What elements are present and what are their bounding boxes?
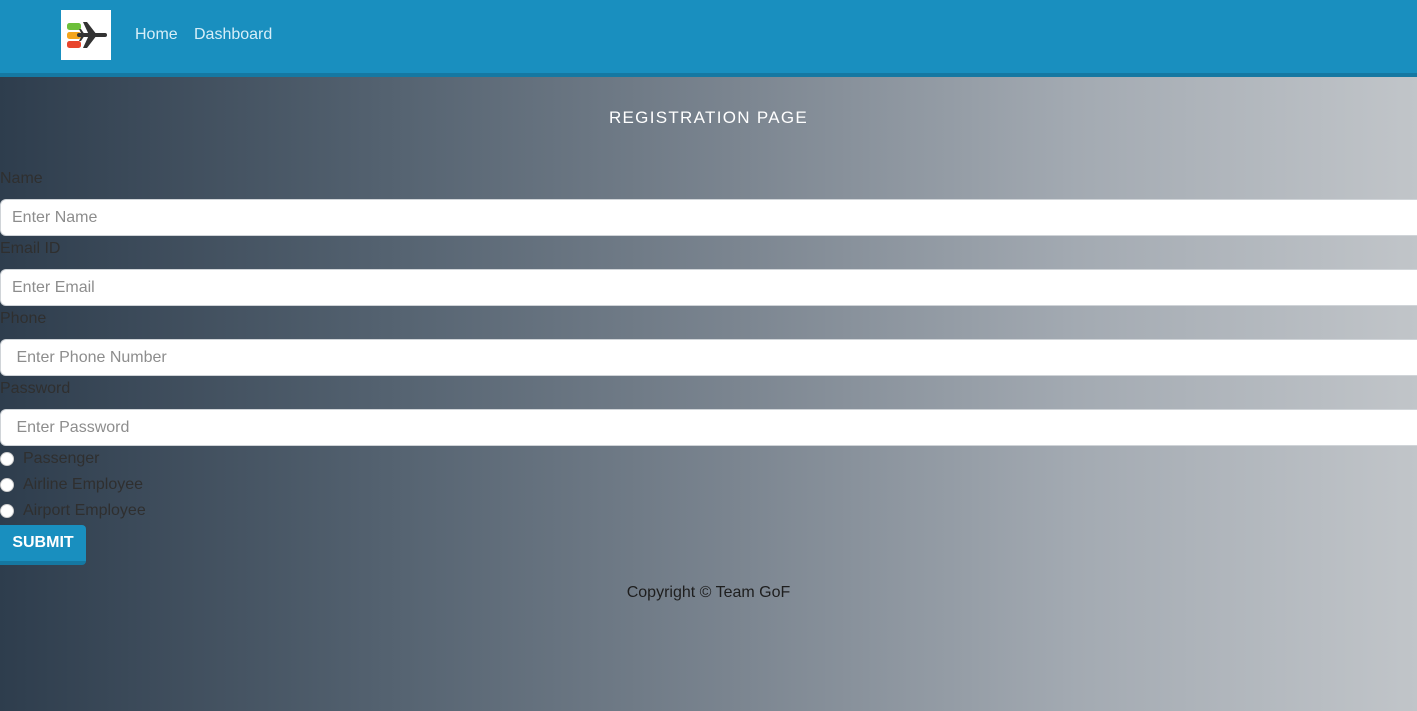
password-label: Password — [0, 380, 71, 397]
phone-label: Phone — [0, 310, 47, 327]
name-input[interactable] — [0, 199, 1417, 236]
role-option-airport-employee[interactable]: Airport Employee — [0, 502, 146, 520]
page-title: REGISTRATION PAGE — [608, 108, 809, 127]
email-input[interactable] — [0, 269, 1417, 306]
password-input[interactable] — [0, 409, 1417, 446]
airline-employee-radio[interactable] — [0, 478, 14, 492]
nav-link-home[interactable]: Home — [135, 26, 178, 44]
submit-button[interactable]: SUBMIT — [0, 525, 86, 565]
passenger-radio-label: Passenger — [23, 450, 100, 467]
footer-copyright: Copyright © Team GoF — [626, 584, 791, 601]
airline-employee-radio-label: Airline Employee — [23, 476, 144, 493]
navbar: Home Dashboard — [0, 0, 1417, 77]
role-option-passenger[interactable]: Passenger — [0, 450, 100, 468]
airport-employee-radio-label: Airport Employee — [23, 502, 146, 519]
name-label: Name — [0, 170, 43, 187]
nav-link-dashboard[interactable]: Dashboard — [194, 26, 272, 44]
passenger-radio[interactable] — [0, 452, 14, 466]
airplane-logo-icon[interactable] — [61, 10, 111, 60]
airport-employee-radio[interactable] — [0, 504, 14, 518]
role-option-airline-employee[interactable]: Airline Employee — [0, 476, 143, 494]
email-label: Email ID — [0, 240, 61, 257]
phone-input[interactable] — [0, 339, 1417, 376]
